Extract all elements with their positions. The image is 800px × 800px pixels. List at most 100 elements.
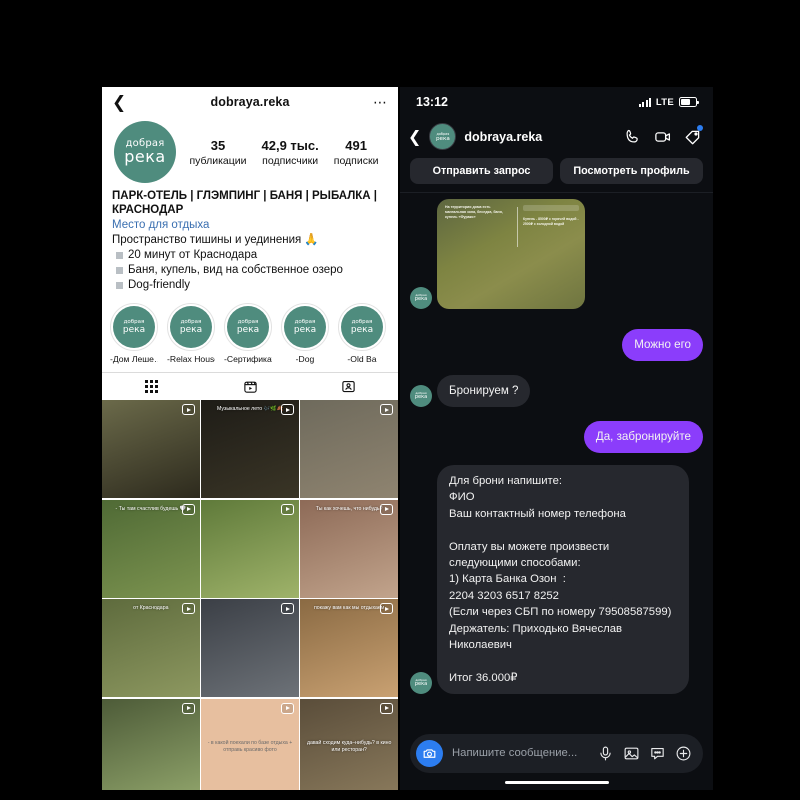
avatar[interactable]: добрая река: [114, 121, 176, 183]
bullet-square-icon: [116, 282, 123, 289]
image-overlay: [523, 205, 579, 211]
story-highlights: добрая река -Дом Леше… добрая река -Rela…: [102, 293, 398, 366]
message-bubble-incoming[interactable]: Для брони напишите: ФИО Ваш контактный н…: [437, 465, 689, 695]
post-grid-cell[interactable]: [300, 400, 398, 498]
status-time: 13:12: [416, 95, 448, 109]
reel-icon: [280, 404, 294, 415]
message-bubble-incoming[interactable]: Бронируем ?: [437, 375, 531, 407]
tab-reels[interactable]: [201, 379, 300, 394]
post-grid-cell[interactable]: от Краснодара: [102, 599, 200, 697]
profile-stats: 35 публикации 42,9 тыс. подписчики 491 п…: [182, 137, 386, 168]
message-bubble-outgoing[interactable]: Можно его: [622, 329, 703, 361]
instagram-profile-panel: ❮ dobraya.reka ⋯ добрая река 35 публикац…: [102, 87, 398, 790]
message-row: добрая река Бронируем ?: [410, 375, 703, 407]
view-profile-button[interactable]: Посмотреть профиль: [560, 158, 703, 184]
camera-icon[interactable]: [416, 739, 443, 767]
stat-posts[interactable]: 35 публикации: [190, 137, 247, 168]
profile-bio: ПАРК-ОТЕЛЬ | ГЛЭМПИНГ | БАНЯ | РЫБАЛКА |…: [102, 189, 398, 293]
tab-grid[interactable]: [102, 380, 201, 393]
reel-icon: [379, 702, 393, 714]
post-grid-cell[interactable]: [102, 400, 200, 498]
post-grid-cell[interactable]: [201, 499, 299, 598]
back-icon[interactable]: ❮: [408, 127, 421, 147]
highlight-1[interactable]: добрая река -Relax House: [167, 303, 215, 364]
reel-icon: [280, 603, 294, 614]
highlight-4[interactable]: добрая река -Old Ba: [338, 303, 386, 364]
network-label: LTE: [655, 96, 674, 108]
message-image[interactable]: На территории дома есть мангальная зона,…: [437, 199, 585, 309]
profile-header: добрая река 35 публикации 42,9 тыс. подп…: [102, 117, 398, 189]
highlight-3[interactable]: добрая река -Dog: [281, 303, 329, 364]
post-grid-cell[interactable]: [102, 698, 200, 790]
post-grid-cell[interactable]: Ты как хочешь, что нибудь?: [300, 499, 398, 598]
highlight-cover: добрая река: [113, 306, 155, 348]
bullet-square-icon: [116, 252, 123, 259]
message-input[interactable]: Напишите сообщение...: [452, 747, 588, 759]
avatar[interactable]: добрая река: [410, 672, 432, 695]
highlight-0[interactable]: добрая река -Дом Леше…: [110, 303, 158, 364]
send-request-button[interactable]: Отправить запрос: [410, 158, 553, 184]
bio-bullet-text: Баня, купель, вид на собственное озеро: [128, 264, 343, 276]
message-bubble-outgoing[interactable]: Да, забронируйте: [583, 421, 703, 453]
bullet-square-icon: [116, 267, 123, 274]
microphone-icon[interactable]: [597, 745, 614, 762]
highlight-label: -Old Ba: [347, 354, 377, 364]
sticker-icon[interactable]: [649, 745, 666, 762]
tag-icon[interactable]: [684, 125, 703, 145]
more-options-icon[interactable]: ⋯: [373, 95, 388, 109]
highlight-ring: добрая река: [281, 303, 329, 351]
phone-icon[interactable]: [624, 128, 641, 145]
post-grid-cell[interactable]: давай сходим куда–нибудь? в кино или рес…: [300, 698, 398, 790]
reels-icon: [243, 381, 257, 393]
highlight-label: -Сертификат: [224, 354, 272, 364]
stat-following[interactable]: 491 подписки: [334, 137, 379, 168]
bio-title: ПАРК-ОТЕЛЬ | ГЛЭМПИНГ | БАНЯ | РЫБАЛКА |…: [112, 190, 378, 216]
bio-bullet-text: Dog-friendly: [128, 279, 190, 291]
status-indicators: LTE: [638, 96, 699, 108]
avatar[interactable]: добрая река: [429, 123, 457, 150]
stat-followers-value: 42,9 тыс.: [261, 137, 319, 153]
post-grid-cell[interactable]: Музыкальное лето 🎶🌿🍂: [201, 400, 299, 498]
message-input-bar: Напишите сообщение...: [410, 733, 703, 773]
bio-bullet: Dog-friendly: [112, 278, 388, 293]
post-grid-cell[interactable]: - Ты там счастлив будешь 🤍: [102, 499, 200, 598]
direct-message-panel: 13:12 LTE ❮ добрая река dobraya.reka Отп…: [400, 87, 713, 790]
bio-bullet: Баня, купель, вид на собственное озеро: [112, 263, 388, 278]
stat-followers[interactable]: 42,9 тыс. подписчики: [262, 137, 319, 168]
highlight-2[interactable]: добрая река -Сертификат: [224, 303, 272, 364]
stat-followers-label: подписчики: [262, 154, 319, 167]
gallery-image-icon[interactable]: [623, 745, 640, 762]
highlight-ring: добрая река: [167, 303, 215, 351]
video-camera-icon[interactable]: [654, 128, 671, 145]
avatar[interactable]: добрая река: [410, 385, 432, 407]
stat-posts-value: 35: [210, 137, 226, 153]
plus-circle-icon[interactable]: [675, 745, 692, 762]
home-indicator: [504, 780, 609, 784]
highlight-cover: добрая река: [341, 306, 383, 348]
reel-icon: [181, 603, 195, 614]
avatar[interactable]: добрая река: [410, 287, 432, 309]
reel-icon: [379, 404, 393, 415]
tab-tagged[interactable]: [299, 379, 398, 394]
highlight-cover: добрая река: [170, 306, 212, 348]
stat-posts-label: публикации: [189, 154, 247, 167]
reel-icon: [181, 404, 195, 415]
highlight-ring: добрая река: [224, 303, 272, 351]
highlight-label: -Dog: [295, 354, 315, 364]
post-caption: давай сходим куда–нибудь? в кино или рес…: [306, 739, 392, 753]
bio-category: Место для отдыха: [112, 219, 210, 231]
post-grid-cell[interactable]: [201, 599, 299, 697]
reel-icon: [181, 702, 195, 714]
image-text-right: Купель - 8500₽ с горячей водой - 2500₽ с…: [523, 217, 579, 226]
reel-icon: [181, 503, 195, 515]
highlight-label: -Дом Леше…: [110, 354, 158, 364]
post-grid-cell[interactable]: покажу вам как мы отдыхаем: [300, 599, 398, 697]
profile-tabs: [102, 372, 398, 400]
bio-bullet: 20 минут от Краснодара: [112, 248, 388, 263]
chat-username[interactable]: dobraya.reka: [464, 130, 542, 144]
signal-bars-icon: [638, 97, 651, 107]
post-grid-cell[interactable]: - в какой поехали по базе отдыха + отпра…: [201, 698, 299, 790]
back-icon[interactable]: ❮: [112, 94, 126, 111]
tagged-person-icon: [342, 380, 355, 393]
post-caption: - в какой поехали по базе отдыха + отпра…: [207, 739, 293, 753]
